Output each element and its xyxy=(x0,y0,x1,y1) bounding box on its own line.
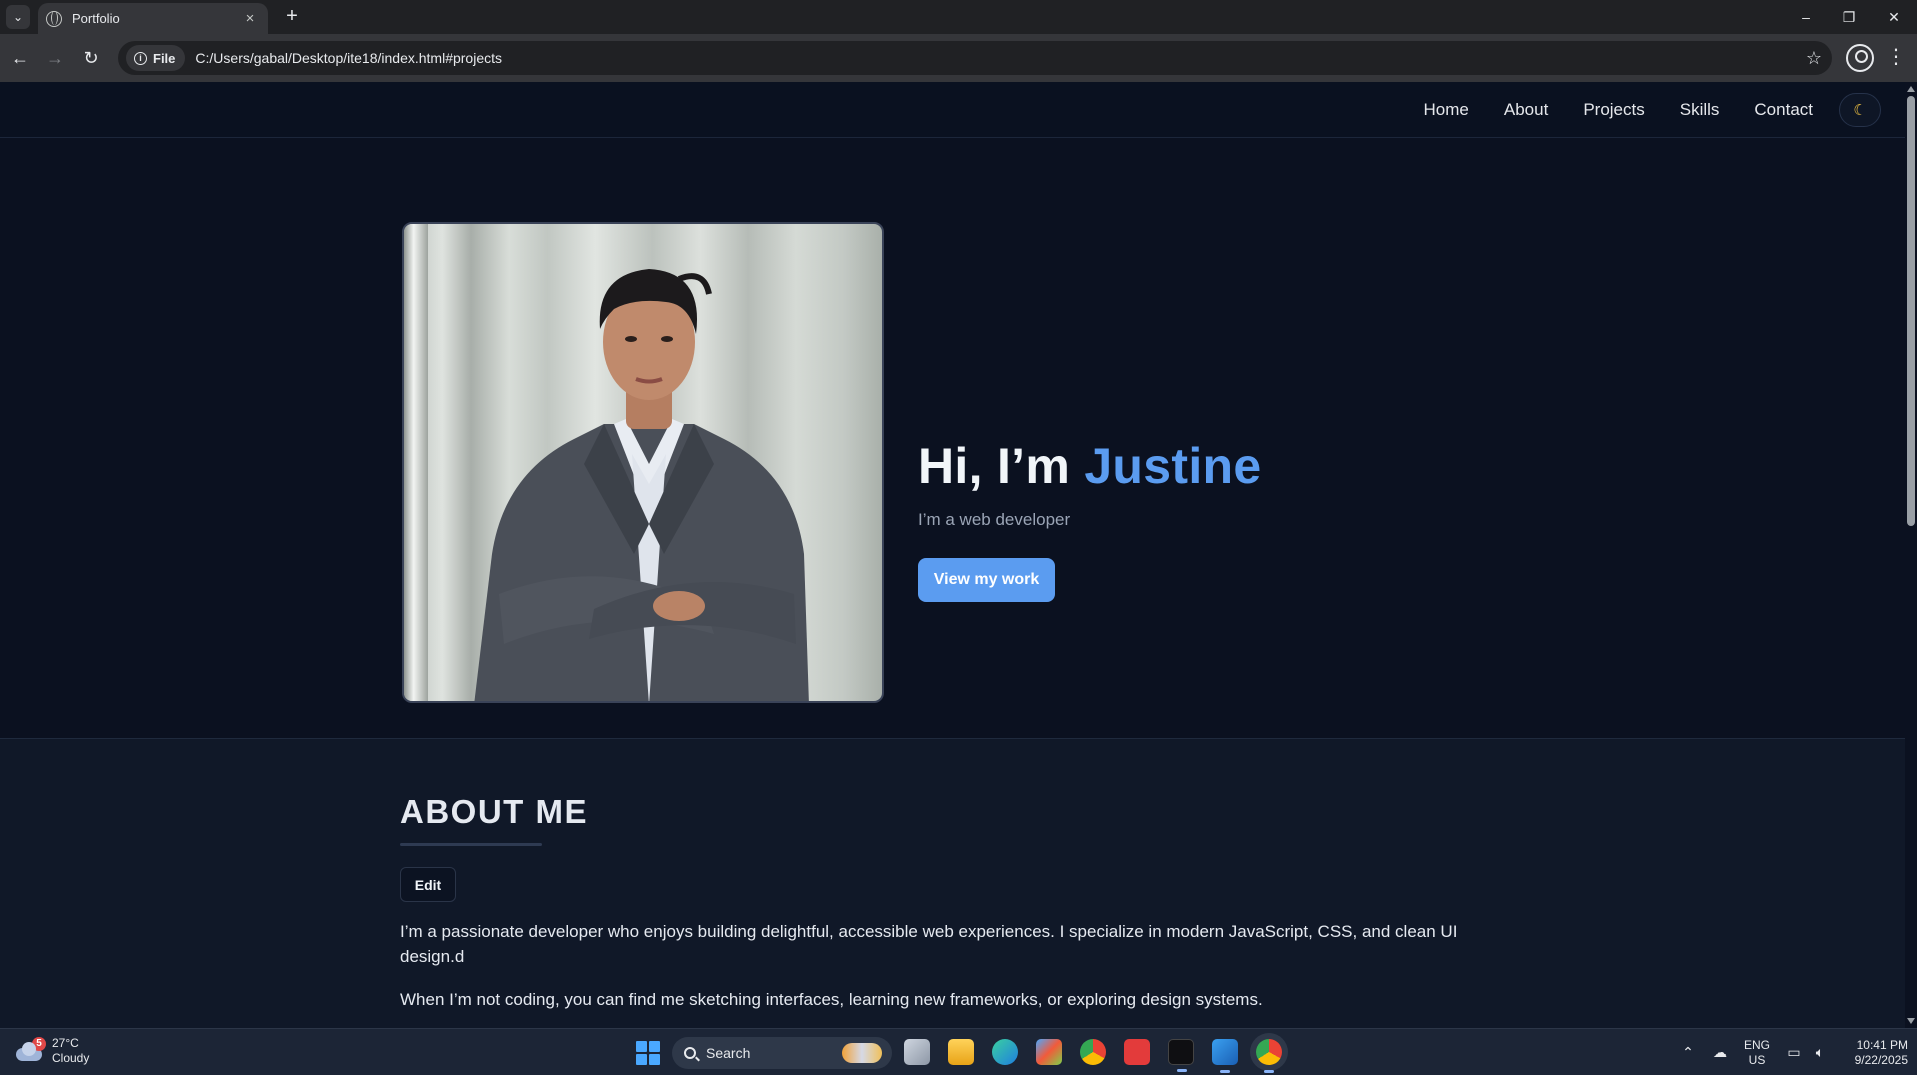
page-scrollbar[interactable] xyxy=(1905,82,1917,1028)
address-bar[interactable]: i File C:/Users/gabal/Desktop/ite18/inde… xyxy=(118,41,1832,75)
windows-taskbar: 5 27°C Cloudy Search ⌃ ☁ ENG US ▭ 🔈︎ 10:… xyxy=(0,1028,1917,1075)
forward-arrow-icon[interactable]: → xyxy=(41,44,69,72)
scroll-down-arrow-icon[interactable] xyxy=(1907,1018,1915,1024)
edit-about-button[interactable]: Edit xyxy=(400,867,456,902)
onedrive-warning-icon[interactable]: ☁ xyxy=(1708,1029,1732,1075)
wps-office-icon[interactable] xyxy=(1124,1039,1150,1065)
nav-link-skills[interactable]: Skills xyxy=(1680,100,1720,120)
restore-button[interactable]: ❐ xyxy=(1826,0,1872,34)
vscode-icon[interactable] xyxy=(1212,1039,1238,1073)
about-paragraph-1: I’m a passionate developer who enjoys bu… xyxy=(400,922,1458,966)
task-view-icon[interactable] xyxy=(904,1039,930,1065)
nav-links: Home About Projects Skills Contact ☾ xyxy=(1389,82,1881,138)
hero-title: Hi, I’m Justine xyxy=(918,437,1261,495)
windows-start-icon[interactable] xyxy=(636,1041,660,1065)
language-line-1: ENG xyxy=(1743,1037,1770,1052)
about-title: ABOUT ME xyxy=(400,793,588,830)
weather-badge: 5 xyxy=(32,1037,46,1051)
globe-icon xyxy=(46,10,62,27)
browser-tab-portfolio[interactable]: Portfolio × xyxy=(38,3,268,34)
clock-date: 9/22/2025 xyxy=(1854,1052,1908,1067)
microsoft-store-icon[interactable] xyxy=(1036,1039,1062,1065)
weather-desc: Cloudy xyxy=(52,1051,90,1065)
theme-toggle-moon-icon[interactable]: ☾ xyxy=(1839,93,1881,127)
scrollbar-thumb[interactable] xyxy=(1907,96,1915,526)
taskbar-search[interactable]: Search xyxy=(672,1037,892,1069)
site-navbar: Home About Projects Skills Contact ☾ xyxy=(0,82,1905,138)
file-explorer-icon[interactable] xyxy=(948,1039,974,1065)
weather-text: 27°C Cloudy xyxy=(52,1036,89,1066)
cloud-icon: 5 xyxy=(14,1037,46,1062)
hero-name: Justine xyxy=(1084,438,1262,494)
bookmark-star-icon[interactable]: ☆ xyxy=(1806,48,1822,69)
view-my-work-button[interactable]: View my work xyxy=(918,558,1055,602)
close-window-button[interactable]: ✕ xyxy=(1871,0,1917,34)
browser-tab-strip: ⌄ Portfolio × + – ❐ ✕ xyxy=(0,0,1917,34)
capcut-icon[interactable] xyxy=(1168,1039,1194,1072)
site-info-label: File xyxy=(153,50,176,66)
tab-search-chevron-icon[interactable]: ⌄ xyxy=(6,5,30,29)
chrome-icon[interactable] xyxy=(1080,1039,1106,1065)
taskbar-search-label: Search xyxy=(706,1045,751,1061)
network-icon[interactable]: ▭ xyxy=(1782,1029,1806,1075)
page-viewport: Home About Projects Skills Contact ☾ Hi,… xyxy=(0,82,1905,1028)
nav-link-projects[interactable]: Projects xyxy=(1583,100,1644,120)
search-highlight-art xyxy=(842,1043,882,1063)
tab-title: Portfolio xyxy=(72,11,120,26)
nav-link-contact[interactable]: Contact xyxy=(1754,100,1813,120)
person-illustration xyxy=(474,269,809,701)
search-icon xyxy=(684,1047,696,1059)
profile-photo xyxy=(402,222,884,703)
chrome-active-icon[interactable] xyxy=(1256,1039,1282,1073)
tab-close-icon[interactable]: × xyxy=(240,10,260,27)
back-arrow-icon[interactable]: ← xyxy=(6,44,34,72)
weather-widget[interactable]: 5 27°C Cloudy xyxy=(14,1036,89,1066)
scroll-up-arrow-icon[interactable] xyxy=(1907,86,1915,92)
site-info-chip[interactable]: i File xyxy=(126,45,186,71)
language-line-2: US xyxy=(1748,1052,1766,1067)
volume-icon[interactable]: 🔈︎ xyxy=(1808,1029,1832,1075)
weather-temp: 27°C xyxy=(52,1036,79,1050)
hero-subtitle: I’m a web developer xyxy=(918,510,1071,529)
hero-greeting: Hi, I’m xyxy=(918,438,1085,494)
url-text[interactable]: C:/Users/gabal/Desktop/ite18/index.html#… xyxy=(195,50,502,66)
browser-toolbar: ← → ↻ i File C:/Users/gabal/Desktop/ite1… xyxy=(0,34,1917,82)
about-paragraph-2: When I’m not coding, you can find me ske… xyxy=(400,990,1263,1009)
minimize-button[interactable]: – xyxy=(1783,0,1829,34)
edge-browser-icon[interactable] xyxy=(992,1039,1018,1065)
tray-chevron-up-icon[interactable]: ⌃ xyxy=(1676,1029,1700,1075)
nav-link-home[interactable]: Home xyxy=(1424,100,1469,120)
clock[interactable]: 10:41 PM 9/22/2025 xyxy=(1838,1029,1908,1075)
new-tab-button[interactable]: + xyxy=(280,5,304,29)
nav-link-about[interactable]: About xyxy=(1504,100,1548,120)
about-title-underline xyxy=(400,843,542,846)
about-section xyxy=(0,738,1905,1028)
profile-icon[interactable] xyxy=(1846,44,1874,72)
reload-icon[interactable]: ↻ xyxy=(77,44,105,72)
info-icon: i xyxy=(134,51,147,65)
clock-time: 10:41 PM xyxy=(1856,1037,1908,1052)
menu-kebab-icon[interactable]: ⋮ xyxy=(1886,44,1906,72)
language-indicator[interactable]: ENG US xyxy=(1740,1029,1774,1075)
